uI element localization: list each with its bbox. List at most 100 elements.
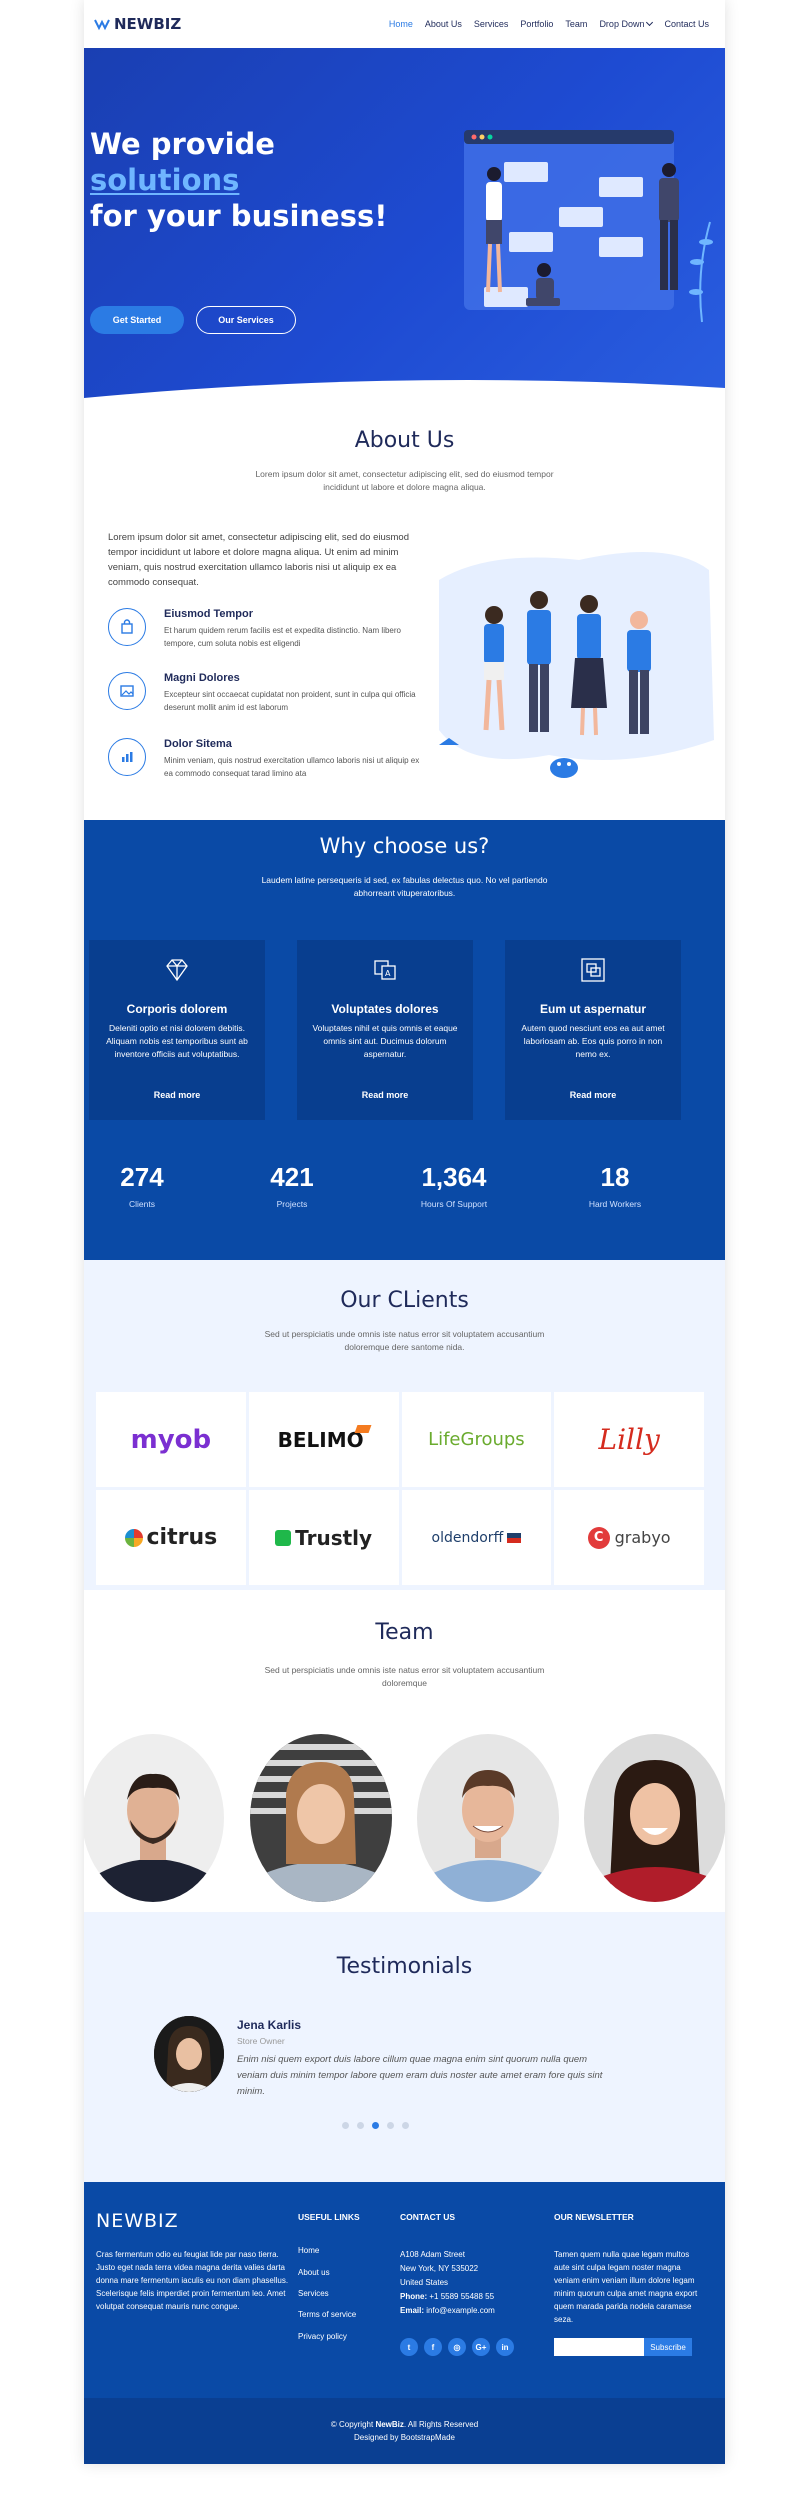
- client-logo-lilly[interactable]: Lilly: [554, 1392, 704, 1487]
- footer-link-home[interactable]: Home: [298, 2246, 319, 2255]
- clients-subtitle: Sed ut perspiciatis unde omnis iste natu…: [264, 1329, 545, 1352]
- linkedin-icon[interactable]: in: [496, 2338, 514, 2356]
- counter-value: 274: [120, 1162, 164, 1192]
- client-logo-citrus[interactable]: citrus: [96, 1490, 246, 1585]
- instagram-icon[interactable]: ◎: [448, 2338, 466, 2356]
- team-title: Team: [375, 1620, 434, 1645]
- get-started-button[interactable]: Get Started: [90, 306, 184, 334]
- our-services-button[interactable]: Our Services: [196, 306, 296, 334]
- nav-about[interactable]: About Us: [419, 19, 468, 29]
- belimo-mark-icon: [354, 1424, 372, 1433]
- hero-illustration: [464, 130, 713, 323]
- why-card: Corporis dolorem Deleniti optio et nisi …: [89, 940, 265, 1120]
- newsletter-heading: OUR NEWSLETTER: [554, 2212, 634, 2222]
- brand-logo[interactable]: NEWBIZ: [94, 15, 181, 33]
- address-line: New York, NY 535022: [400, 2264, 479, 2273]
- diamond-icon: [166, 959, 188, 982]
- testimonial-quote: Enim nisi quem export duis labore cillum…: [237, 2054, 603, 2097]
- brand-mark-icon: [94, 19, 110, 31]
- twitter-icon[interactable]: t: [400, 2338, 418, 2356]
- testimonial-name: Jena Karlis: [237, 2018, 302, 2032]
- site-footer: NEWBIZ Cras fermentum odio eu feugiat li…: [84, 2182, 725, 2398]
- client-logo-lifegroups[interactable]: LifeGroups: [401, 1392, 552, 1487]
- nav-team[interactable]: Team: [559, 19, 593, 29]
- read-more-link[interactable]: Read more: [505, 1090, 681, 1100]
- why-card-desc: Autem quod nesciunt eos ea aut amet labo…: [521, 1023, 665, 1059]
- address-line: A108 Adam Street: [400, 2250, 465, 2259]
- carousel-dot-active[interactable]: [372, 2122, 379, 2129]
- testimonial-role: Store Owner: [237, 2036, 285, 2046]
- subscribe-button[interactable]: Subscribe: [644, 2338, 692, 2356]
- client-logo-belimo[interactable]: BELIMO: [248, 1392, 399, 1487]
- client-logo-grabyo[interactable]: Cgrabyo: [554, 1490, 704, 1585]
- hero-wave: [84, 380, 725, 408]
- counter-value: 1,364: [421, 1162, 487, 1192]
- site-header: NEWBIZ Home About Us Services Portfolio …: [84, 0, 725, 48]
- client-logo-trustly[interactable]: Trustly: [248, 1490, 399, 1585]
- read-more-link[interactable]: Read more: [89, 1090, 265, 1100]
- nav-portfolio[interactable]: Portfolio: [514, 19, 559, 29]
- footer-link-services[interactable]: Services: [298, 2289, 329, 2298]
- google-plus-icon[interactable]: G+: [472, 2338, 490, 2356]
- carousel-pagination: [342, 2122, 409, 2129]
- client-logo-myob[interactable]: myob: [96, 1392, 246, 1487]
- counter-label: Projects: [276, 1199, 308, 1209]
- chart-icon: [108, 738, 146, 776]
- footer-link-about[interactable]: About us: [298, 2268, 330, 2277]
- about-title: About Us: [354, 428, 455, 453]
- counter-label: Hours Of Support: [420, 1199, 488, 1209]
- counter: 274 Clients: [84, 1162, 202, 1209]
- why-card: Eum ut aspernatur Autem quod nesciunt eo…: [505, 940, 681, 1120]
- contact-details: A108 Adam Street New York, NY 535022 Uni…: [400, 2248, 520, 2318]
- carousel-dot[interactable]: [402, 2122, 409, 2129]
- why-card-title: Voluptates dolores: [331, 1002, 439, 1016]
- copyright-text: © Copyright NewBiz. All Rights Reserved: [330, 2420, 479, 2429]
- team-member-photo[interactable]: [250, 1734, 392, 1902]
- counter: 18 Hard Workers: [555, 1162, 675, 1209]
- newsletter-email-input[interactable]: [554, 2338, 644, 2356]
- person-avatar-icon: [417, 1734, 559, 1902]
- email-label: Email:: [400, 2306, 425, 2315]
- nav-dropdown[interactable]: Drop Down: [593, 18, 658, 29]
- carousel-dot[interactable]: [342, 2122, 349, 2129]
- read-more-link[interactable]: Read more: [297, 1090, 473, 1100]
- testimonial-avatar: [154, 2016, 224, 2092]
- feature-title: Magni Dolores: [164, 672, 240, 684]
- carousel-dot[interactable]: [387, 2122, 394, 2129]
- nav-home[interactable]: Home: [383, 19, 419, 29]
- counter-label: Clients: [129, 1199, 155, 1209]
- counter-label: Hard Workers: [588, 1199, 642, 1209]
- phone-number: +1 5589 55488 55: [429, 2292, 495, 2301]
- why-card-title: Eum ut aspernatur: [539, 1002, 647, 1016]
- photo-icon: [108, 672, 146, 710]
- client-logo-oldendorff[interactable]: oldendorff: [401, 1490, 552, 1585]
- testimonials-section: Testimonials Jena Karlis Store Owner Eni…: [84, 1912, 725, 2182]
- testimonials-title: Testimonials: [336, 1954, 473, 1979]
- team-member-photo[interactable]: [417, 1734, 559, 1902]
- footer-link-privacy[interactable]: Privacy policy: [298, 2332, 347, 2341]
- why-card-title: Corporis dolorem: [126, 1002, 228, 1016]
- person-avatar-icon: [84, 1734, 224, 1902]
- about-feature: Dolor Sitema Minim veniam, quis nostrud …: [108, 738, 420, 794]
- nav-services[interactable]: Services: [468, 19, 515, 29]
- carousel-dot[interactable]: [357, 2122, 364, 2129]
- about-feature: Eiusmod Tempor Et harum quidem rerum fac…: [108, 608, 418, 664]
- nav-contact[interactable]: Contact Us: [658, 19, 715, 29]
- team-member-photo[interactable]: [84, 1734, 224, 1902]
- facebook-icon[interactable]: f: [424, 2338, 442, 2356]
- hero-heading: We provide solutions for your business!: [90, 127, 388, 233]
- clients-title: Our CLients: [340, 1288, 469, 1313]
- hero-section: We provide solutions for your business! …: [84, 48, 725, 408]
- copyright-bar: © Copyright NewBiz. All Rights Reserved …: [84, 2398, 725, 2464]
- citrus-mark-icon: [124, 1528, 143, 1547]
- grabyo-mark-icon: C: [587, 1526, 610, 1549]
- chevron-down-icon: [646, 18, 654, 27]
- main-nav: Home About Us Services Portfolio Team Dr…: [383, 18, 715, 29]
- feature-desc: Excepteur sint occaecat cupidatat non pr…: [164, 690, 416, 712]
- team-member-photo[interactable]: [584, 1734, 725, 1902]
- feature-desc: Minim veniam, quis nostrud exercitation …: [164, 756, 420, 778]
- footer-link-terms[interactable]: Terms of service: [298, 2310, 356, 2319]
- shopping-bag-icon: [108, 608, 146, 646]
- email-address[interactable]: info@example.com: [426, 2306, 495, 2315]
- brand-name: NEWBIZ: [114, 15, 182, 33]
